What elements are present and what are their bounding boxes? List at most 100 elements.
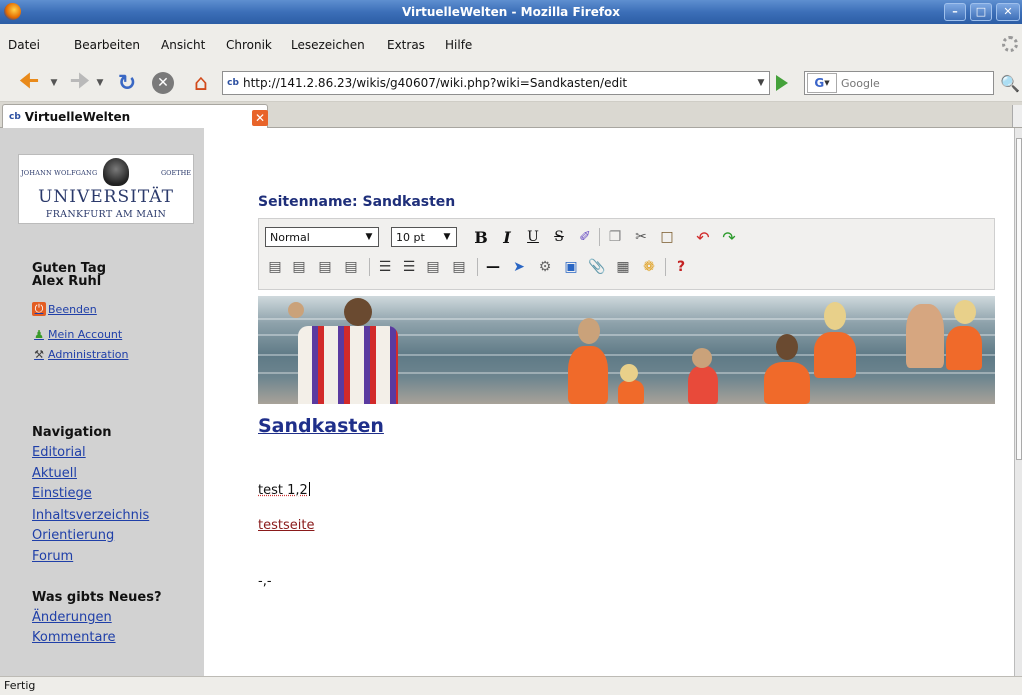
child-head	[824, 302, 846, 330]
nav-link-kommentare[interactable]: Kommentare	[32, 630, 116, 645]
site-favicon: cb	[227, 78, 239, 88]
redo-icon[interactable]: ↷	[719, 227, 739, 247]
paragraph-format-value: Normal	[270, 230, 310, 244]
tab-bar: cb VirtuelleWelten ✕	[0, 102, 1022, 128]
menu-ansicht[interactable]: Ansicht	[161, 38, 205, 52]
child-orange-vest	[568, 346, 608, 404]
search-input[interactable]	[841, 76, 981, 90]
throbber-icon	[1002, 36, 1018, 52]
page-name-heading: Seitenname: Sandkasten	[258, 194, 456, 210]
tab-favicon: cb	[9, 111, 21, 122]
anchor-icon[interactable]: ⚙	[535, 257, 555, 277]
insert-image-icon[interactable]: ▣	[561, 257, 581, 277]
paste-icon[interactable]: □	[657, 227, 677, 247]
logo-line-1-left: JOHANN WOLFGANG	[21, 169, 98, 177]
font-size-select[interactable]: 10 pt ▼	[391, 227, 457, 247]
news-heading: Was gibts Neues?	[32, 590, 162, 605]
cut-icon[interactable]: ✂	[631, 227, 651, 247]
forward-button[interactable]: 🠊	[66, 69, 94, 96]
search-bar[interactable]: G ▼	[804, 71, 994, 95]
nav-link-orientierung[interactable]: Orientierung	[32, 528, 114, 543]
paragraph-format-select[interactable]: Normal ▼	[265, 227, 379, 247]
back-history-dropdown[interactable]: ▼	[48, 70, 60, 96]
align-center-icon[interactable]: ▤	[289, 257, 309, 277]
editor-toolbar: Normal ▼ 10 pt ▼ B I U S ✐ ❐ ✂ □ ↶ ↷ ▤ ▤…	[258, 218, 995, 290]
nav-link-aenderungen[interactable]: Änderungen	[32, 610, 112, 625]
highlight-pen-icon[interactable]: ✐	[575, 227, 595, 247]
administration-link[interactable]: ⚒ Administration	[32, 347, 128, 361]
font-size-value: 10 pt	[396, 230, 425, 244]
indent-icon[interactable]: ▤	[449, 257, 469, 277]
child-orange-vest	[618, 380, 644, 404]
home-icon[interactable]: ⌂	[186, 70, 216, 96]
status-bar: Fertig	[0, 676, 1022, 695]
window-title: VirtuelleWelten - Mozilla Firefox	[401, 5, 621, 19]
help-icon[interactable]: ?	[671, 257, 691, 277]
nav-link-aktuell[interactable]: Aktuell	[32, 466, 77, 481]
undo-icon[interactable]: ↶	[693, 227, 713, 247]
toolbar-separator	[599, 228, 600, 246]
nav-link-inhaltsverzeichnis[interactable]: Inhaltsverzeichnis	[32, 508, 149, 523]
reload-icon[interactable]: ↻	[112, 70, 142, 96]
menu-datei[interactable]: Datei	[8, 38, 40, 52]
nav-link-einstiege[interactable]: Einstiege	[32, 486, 92, 501]
stop-icon[interactable]: ✕	[148, 70, 178, 96]
child-orange-vest	[688, 366, 718, 404]
child-head	[776, 334, 798, 360]
search-engine-selector[interactable]: G ▼	[807, 73, 837, 93]
go-button[interactable]	[776, 75, 788, 91]
scrollbar-thumb[interactable]	[1016, 138, 1022, 460]
my-account-link[interactable]: ♟ Mein Account	[32, 327, 122, 341]
child-head	[692, 348, 712, 368]
close-button[interactable]: ✕	[996, 3, 1020, 21]
editor-text: test 1,2	[258, 483, 308, 498]
bold-icon[interactable]: B	[471, 227, 491, 247]
unordered-list-icon[interactable]: ☰	[399, 257, 419, 277]
url-text[interactable]: http://141.2.86.23/wikis/g40607/wiki.php…	[243, 76, 753, 90]
power-icon: ⏻	[32, 302, 46, 316]
menu-bearbeiten[interactable]: Bearbeiten	[74, 38, 140, 52]
chevron-down-icon: ▼	[443, 232, 451, 242]
strikethrough-icon[interactable]: S	[549, 227, 569, 247]
my-account-label: Mein Account	[48, 327, 123, 341]
minimize-button[interactable]: –	[944, 3, 966, 21]
nav-link-editorial[interactable]: Editorial	[32, 445, 86, 460]
align-justify-icon[interactable]: ▤	[341, 257, 361, 277]
menu-extras[interactable]: Extras	[387, 38, 425, 52]
menu-chronik[interactable]: Chronik	[226, 38, 272, 52]
navigation-heading: Navigation	[32, 425, 112, 440]
menu-lesezeichen[interactable]: Lesezeichen	[291, 38, 365, 52]
underline-icon[interactable]: U	[523, 227, 543, 247]
toolbar-separator	[477, 258, 478, 276]
horizontal-rule-icon[interactable]: —	[483, 257, 503, 277]
vertical-scrollbar[interactable]	[1014, 128, 1022, 676]
attachment-icon[interactable]: 📎	[587, 257, 607, 277]
search-icon[interactable]: 🔍	[1000, 74, 1020, 93]
toolbar-separator	[369, 258, 370, 276]
italic-icon[interactable]: I	[497, 227, 517, 247]
nav-link-forum[interactable]: Forum	[32, 549, 73, 564]
align-left-icon[interactable]: ▤	[265, 257, 285, 277]
forward-history-dropdown[interactable]: ▼	[94, 70, 106, 96]
insert-table-icon[interactable]: ▦	[613, 257, 633, 277]
editor-text-line-3[interactable]: -,-	[258, 574, 272, 589]
editor-text-line[interactable]: test 1,2	[258, 482, 310, 498]
close-tab-icon[interactable]: ✕	[252, 110, 268, 126]
url-bar[interactable]: cb http://141.2.86.23/wikis/g40607/wiki.…	[222, 71, 770, 95]
person-head	[344, 298, 372, 326]
special-character-icon[interactable]: ❁	[639, 257, 659, 277]
back-button[interactable]: 🠈	[14, 69, 44, 96]
menu-hilfe[interactable]: Hilfe	[445, 38, 472, 52]
copy-icon[interactable]: ❐	[605, 227, 625, 247]
tab-virtuellewelten[interactable]: cb VirtuelleWelten ✕	[2, 104, 268, 128]
insert-link-icon[interactable]: ➤	[509, 257, 529, 277]
ordered-list-icon[interactable]: ☰	[375, 257, 395, 277]
url-history-dropdown[interactable]: ▼	[753, 78, 769, 88]
logout-link[interactable]: ⏻ Beenden	[32, 302, 97, 316]
child-head	[620, 364, 638, 382]
testseite-link[interactable]: testseite	[258, 518, 314, 533]
logo-line-2: UNIVERSITÄT	[38, 187, 174, 207]
outdent-icon[interactable]: ▤	[423, 257, 443, 277]
maximize-button[interactable]: □	[970, 3, 992, 21]
align-right-icon[interactable]: ▤	[315, 257, 335, 277]
